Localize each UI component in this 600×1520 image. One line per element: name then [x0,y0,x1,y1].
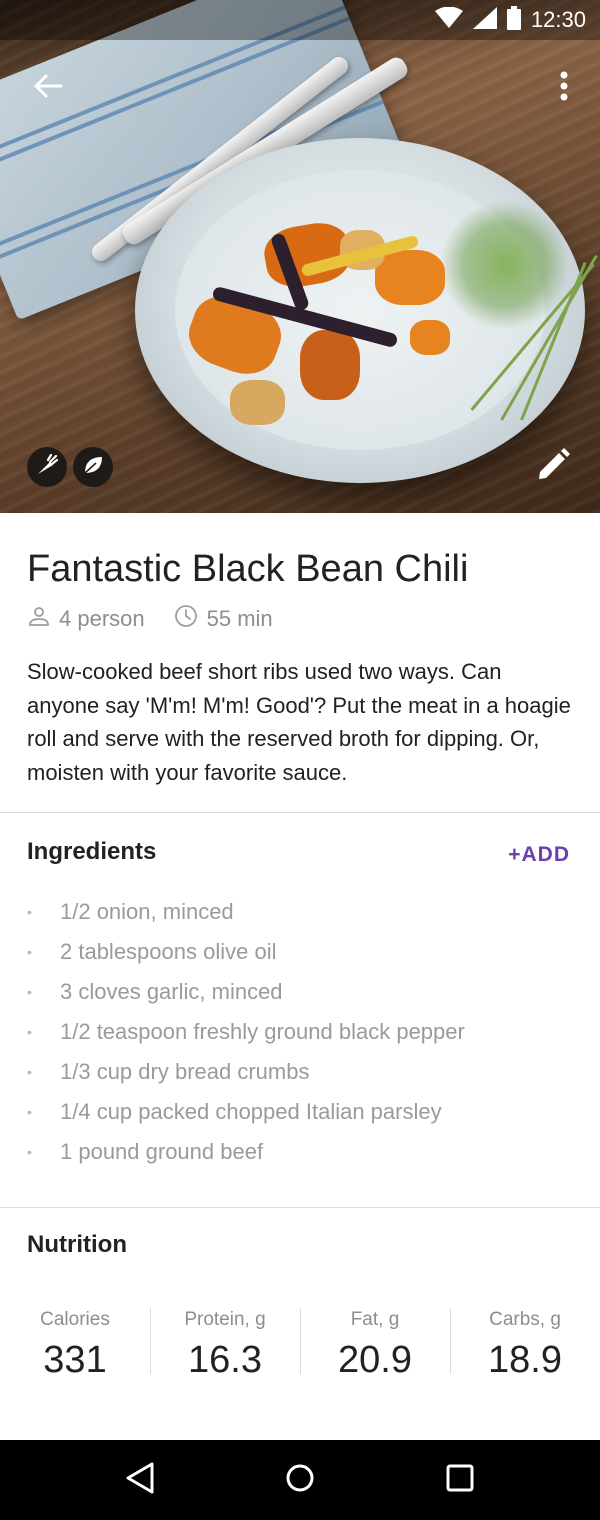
recipe-hero-image [0,0,600,513]
wifi-icon [434,6,463,34]
recipe-title: Fantastic Black Bean Chili [27,548,469,590]
person-icon [27,604,51,634]
divider [0,1207,600,1208]
nutrition-carbs: Carbs, g 18.9 [450,1303,600,1381]
nutrition-label: Calories [40,1309,110,1330]
ingredient-item: • 3 cloves garlic, minced [27,972,577,1012]
nutrition-label: Fat, g [350,1309,400,1330]
triangle-back-icon [123,1461,157,1500]
nutrition-label: Protein, g [184,1309,266,1330]
bullet: • [27,1064,32,1080]
more-vert-icon [559,71,569,106]
nutrition-value: 331 [43,1339,107,1381]
ingredient-list: • 1/2 onion, minced • 2 tablespoons olive … [27,892,577,1172]
signal-icon [472,6,497,34]
clock-icon [173,603,199,635]
nutrition-label: Carbs, g [489,1309,561,1330]
circle-home-icon [284,1462,316,1499]
food-piece [300,330,360,400]
nav-back-button[interactable] [110,1450,170,1510]
carrot-icon [36,453,59,481]
add-ingredient-button[interactable]: +ADD [490,838,570,872]
more-options-button[interactable] [542,66,586,110]
servings-info: 4 person [27,604,145,634]
ingredient-text: 1/2 teaspoon freshly ground black pepper [60,1019,465,1044]
food-piece [410,320,450,355]
nutrition-heading: Nutrition [27,1231,127,1258]
ingredient-text: 3 cloves garlic, minced [60,979,283,1004]
edit-recipe-button[interactable] [530,444,576,490]
nutrition-value: 18.9 [488,1339,562,1381]
back-button[interactable] [26,66,70,110]
bullet: • [27,1144,32,1160]
ingredient-text: 1/2 onion, minced [60,899,234,924]
bullet: • [27,944,32,960]
ingredient-item: • 1/4 cup packed chopped Italian parsley [27,1092,577,1132]
nutrition-protein: Protein, g 16.3 [150,1303,300,1381]
ingredient-item: • 1/2 onion, minced [27,892,577,932]
ingredient-text: 1/3 cup dry bread crumbs [60,1059,310,1084]
status-bar: 12:30 [0,0,600,40]
ingredient-item: • 1 pound ground beef [27,1132,577,1172]
square-recents-icon [445,1463,475,1498]
ingredient-item: • 1/3 cup dry bread crumbs [27,1052,577,1092]
nav-recents-button[interactable] [430,1450,490,1510]
ingredient-text: 1 pound ground beef [60,1139,264,1164]
duration-text: 55 min [206,606,273,631]
carrot-greens [440,200,570,330]
divider [0,812,600,813]
nutrition-value: 16.3 [188,1339,262,1381]
food-piece [230,380,285,425]
ingredient-item: • 1/2 teaspoon freshly ground black peppe… [27,1012,577,1052]
nav-home-button[interactable] [270,1450,330,1510]
bullet: • [27,984,32,1000]
bullet: • [27,1104,32,1120]
system-navigation-bar [0,1440,600,1520]
ingredients-heading: Ingredients [27,838,157,865]
recipe-meta: 4 person 55 min [27,603,273,635]
recipe-description: Slow-cooked beef short ribs used two way… [27,659,571,785]
nutrition-value: 20.9 [338,1339,412,1381]
carrot-badge[interactable] [27,447,67,487]
status-time: 12:30 [530,7,586,32]
duration-info: 55 min [173,603,273,635]
nutrition-calories: Calories 331 [0,1303,150,1381]
servings-text: 4 person [59,606,145,631]
arrow-back-icon [33,73,63,104]
food-piece [375,250,445,305]
ingredient-text: 1/4 cup packed chopped Italian parsley [60,1099,442,1124]
leaf-badge[interactable] [73,447,113,487]
leaf-icon [82,454,104,481]
bullet: • [27,1024,32,1040]
bullet: • [27,904,32,920]
ingredient-text: 2 tablespoons olive oil [60,939,277,964]
ingredient-item: • 2 tablespoons olive oil [27,932,577,972]
pencil-icon [536,447,570,487]
battery-icon [506,5,521,35]
nutrition-fat: Fat, g 20.9 [300,1303,450,1381]
nutrition-table: Calories 331 Protein, g 16.3 Fat, g 20.9… [0,1303,600,1381]
